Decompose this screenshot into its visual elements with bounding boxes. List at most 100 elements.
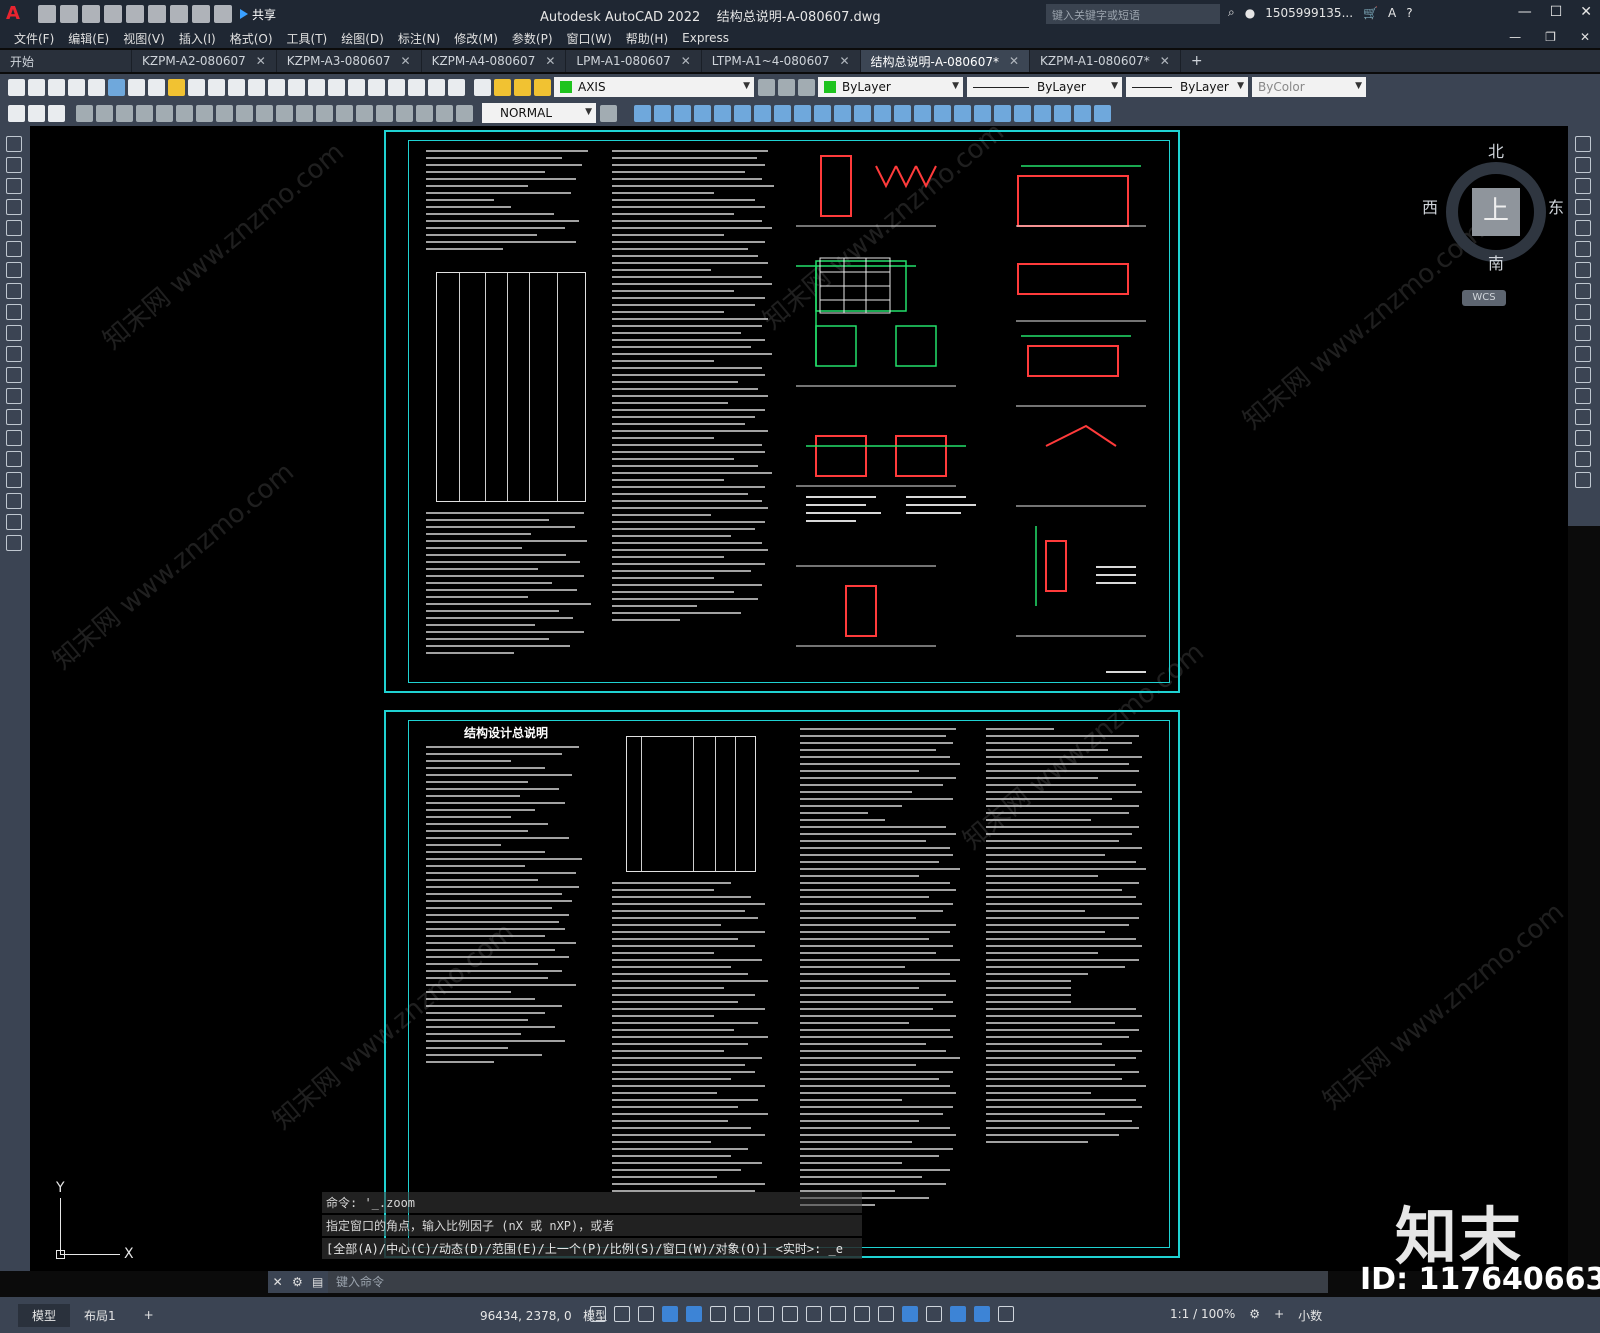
viewcube[interactable]: 上 北 南 东 西 — [1422, 142, 1564, 276]
modify-tool-icon[interactable] — [834, 104, 851, 122]
workspace-gear-icon[interactable]: ⚙ — [1249, 1307, 1260, 1324]
linear-dim-icon[interactable] — [76, 104, 93, 122]
tab-close-icon[interactable]: ✕ — [1009, 54, 1019, 68]
menu-express[interactable]: Express — [682, 31, 729, 45]
annotation-scale[interactable]: 1:1 / 100% — [1170, 1307, 1235, 1324]
matchprop-icon[interactable] — [188, 78, 205, 96]
tolerance-icon[interactable] — [336, 104, 353, 122]
designcenter-icon[interactable] — [348, 78, 365, 96]
tab-model[interactable]: 模型 — [18, 1303, 71, 1327]
extend-icon[interactable] — [1575, 346, 1591, 362]
copy-icon[interactable] — [148, 78, 165, 96]
menu-parametric[interactable]: 参数(P) — [512, 30, 553, 47]
auto-scale-icon[interactable] — [998, 1306, 1014, 1322]
selection-filter-icon[interactable] — [926, 1306, 942, 1322]
menu-help[interactable]: 帮助(H) — [626, 30, 668, 47]
modify-tool-icon[interactable] — [974, 104, 991, 122]
copy-object-icon[interactable] — [1575, 157, 1591, 173]
modify-tool-icon[interactable] — [894, 104, 911, 122]
modify-tool-icon[interactable] — [674, 104, 691, 122]
menu-edit[interactable]: 编辑(E) — [68, 30, 109, 47]
zoom-realtime-icon[interactable] — [268, 78, 285, 96]
tab-close-icon[interactable]: ✕ — [256, 54, 266, 68]
inspect-icon[interactable] — [376, 104, 393, 122]
paste-icon[interactable] — [168, 78, 185, 96]
scale-icon[interactable] — [1575, 283, 1591, 299]
modify-tool-icon[interactable] — [1034, 104, 1051, 122]
tab-close-icon[interactable]: ✕ — [545, 54, 555, 68]
modify-tool-icon[interactable] — [914, 104, 931, 122]
dimstyle-icon[interactable] — [600, 104, 617, 122]
menu-window[interactable]: 窗口(W) — [567, 30, 612, 47]
layer-on-icon[interactable] — [494, 78, 511, 96]
3d-osnap-icon[interactable] — [878, 1306, 894, 1322]
autocad-logo-icon[interactable]: A — [6, 3, 28, 25]
undo-icon[interactable] — [192, 5, 210, 23]
modify-tool-icon[interactable] — [774, 104, 791, 122]
mtext-icon[interactable] — [6, 514, 22, 530]
undo-icon[interactable] — [208, 78, 225, 96]
drawing-canvas[interactable]: 知末网 www.znzmo.com 知末网 www.znzmo.com 知末网 … — [30, 126, 1568, 1271]
modify-tool-icon[interactable] — [694, 104, 711, 122]
dynamic-input-icon[interactable] — [662, 1306, 678, 1322]
qnew-icon[interactable] — [8, 78, 25, 96]
arc-length-icon[interactable] — [116, 104, 133, 122]
annotation-monitor-icon[interactable]: + — [1274, 1307, 1284, 1324]
add-selected-icon[interactable] — [6, 535, 22, 551]
modify-tool-icon[interactable] — [814, 104, 831, 122]
construction-line-icon[interactable] — [6, 157, 22, 173]
menu-format[interactable]: 格式(O) — [230, 30, 273, 47]
compass-north[interactable]: 北 — [1488, 138, 1504, 162]
modify-tool-icon[interactable] — [734, 104, 751, 122]
spline-icon[interactable] — [6, 304, 22, 320]
autodesk-icon[interactable]: A — [1388, 6, 1396, 20]
move-icon[interactable] — [1575, 241, 1591, 257]
break-icon[interactable] — [1575, 367, 1591, 383]
trim-icon[interactable] — [1575, 325, 1591, 341]
open-icon[interactable] — [60, 5, 78, 23]
snap-icon[interactable] — [614, 1306, 630, 1322]
tab-kzpm-a3[interactable]: KZPM-A3-080607 ✕ — [277, 50, 422, 72]
center-mark-icon[interactable] — [356, 104, 373, 122]
layer-freeze-icon[interactable] — [514, 78, 531, 96]
help-icon[interactable]: ? — [1406, 6, 1412, 20]
tab-lpm-a1[interactable]: LPM-A1-080607 ✕ — [566, 50, 702, 72]
stretch-icon[interactable] — [1575, 304, 1591, 320]
fillet-icon[interactable] — [1575, 430, 1591, 446]
radius-dim-icon[interactable] — [156, 104, 173, 122]
chamfer-icon[interactable] — [1575, 409, 1591, 425]
modify-tool-icon[interactable] — [1074, 104, 1091, 122]
table-icon[interactable] — [6, 493, 22, 509]
new-tab-button[interactable]: + — [1181, 50, 1213, 72]
properties-icon[interactable] — [328, 78, 345, 96]
modify-tool-icon[interactable] — [634, 104, 651, 122]
annotation-visibility-icon[interactable] — [974, 1306, 990, 1322]
tab-kzpm-a1[interactable]: KZPM-A1-080607* ✕ — [1030, 50, 1181, 72]
viewcube-top-face[interactable]: 上 — [1472, 188, 1520, 236]
sheetset-icon[interactable] — [388, 78, 405, 96]
explode-icon[interactable] — [1575, 472, 1591, 488]
rotate-icon[interactable] — [1575, 262, 1591, 278]
layer-dropdown[interactable]: AXIS ▼ — [554, 77, 754, 97]
tool-icon[interactable] — [28, 104, 45, 122]
tab-close-icon[interactable]: ✕ — [681, 54, 691, 68]
array-icon[interactable] — [1575, 220, 1591, 236]
tab-close-icon[interactable]: ✕ — [401, 54, 411, 68]
point-icon[interactable] — [6, 409, 22, 425]
minimize-icon[interactable]: — — [1518, 4, 1532, 20]
save-as-icon[interactable] — [104, 5, 122, 23]
offset-icon[interactable] — [1575, 199, 1591, 215]
color-dropdown[interactable]: ByLayer ▼ — [818, 77, 963, 97]
jogged-dim-icon[interactable] — [176, 104, 193, 122]
layer-previous-icon[interactable] — [778, 78, 795, 96]
ellipse-icon[interactable] — [6, 325, 22, 341]
grid-icon[interactable] — [590, 1306, 606, 1322]
dim-space-icon[interactable] — [296, 104, 313, 122]
ellipse-arc-icon[interactable] — [6, 346, 22, 362]
compass-east[interactable]: 东 — [1548, 194, 1564, 218]
baseline-dim-icon[interactable] — [256, 104, 273, 122]
save-web-icon[interactable] — [148, 5, 166, 23]
menu-file[interactable]: 文件(F) — [14, 30, 54, 47]
infer-constraints-icon[interactable] — [638, 1306, 654, 1322]
search-icon[interactable]: ⌕ — [1228, 5, 1235, 20]
